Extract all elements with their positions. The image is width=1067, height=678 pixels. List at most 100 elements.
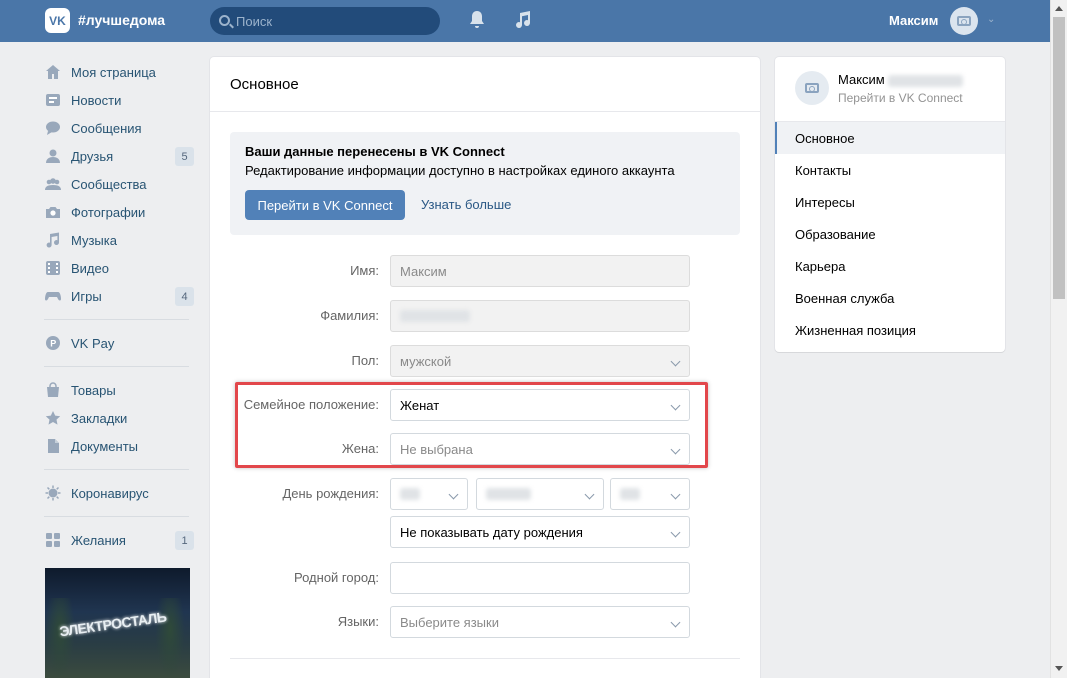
nav-item-label: Моя страница	[71, 64, 156, 80]
music-icon	[44, 232, 61, 249]
birthday-label: День рождения:	[282, 486, 379, 501]
spouse-select[interactable]: Не выбрана	[390, 433, 690, 465]
vk-logo-icon[interactable]: VK	[45, 8, 70, 33]
nav-item-news[interactable]: Новости	[44, 86, 194, 114]
last-name-label: Фамилия:	[320, 308, 379, 323]
nav-item-goods[interactable]: Товары	[44, 376, 194, 404]
vk-connect-notice: Ваши данные перенесены в VK Connect Реда…	[230, 132, 740, 235]
groups-icon	[44, 176, 61, 193]
section-military[interactable]: Военная служба	[775, 282, 1005, 314]
nav-item-groups[interactable]: Сообщества	[44, 170, 194, 198]
chevron-down-icon	[670, 617, 681, 628]
header-avatar[interactable]	[950, 7, 978, 35]
scroll-up-arrow-icon[interactable]	[1055, 6, 1063, 11]
profile-name[interactable]: Максим	[838, 72, 964, 87]
relationship-label: Семейное положение:	[243, 397, 379, 412]
virus-icon	[44, 485, 61, 502]
gamepad-icon	[44, 288, 61, 305]
section-education[interactable]: Образование	[775, 218, 1005, 250]
notice-title: Ваши данные перенесены в VK Connect	[245, 144, 505, 159]
scrollbar-thumb[interactable]	[1053, 17, 1065, 299]
nav-item-bookmarks[interactable]: Закладки	[44, 404, 194, 432]
nav-item-vk-pay[interactable]: P VK Pay	[44, 329, 194, 357]
gender-select[interactable]: мужской	[390, 345, 690, 377]
profile-avatar[interactable]	[795, 71, 829, 105]
go-to-vk-connect-button[interactable]: Перейти в VK Connect	[245, 190, 405, 220]
hometown-input[interactable]	[390, 562, 690, 594]
search-icon	[219, 15, 230, 26]
nav-item-label: Коронавирус	[71, 485, 149, 501]
nav-item-label: Музыка	[71, 232, 117, 248]
section-basic[interactable]: Основное	[775, 122, 1005, 154]
languages-select[interactable]: Выберите языки	[390, 606, 690, 638]
nav-item-games[interactable]: Игры 4	[44, 282, 194, 310]
chevron-down-icon[interactable]: ⌄	[987, 14, 995, 25]
nav-item-documents[interactable]: Документы	[44, 432, 194, 460]
scroll-down-arrow-icon[interactable]	[1055, 666, 1063, 671]
chevron-down-icon	[670, 489, 681, 500]
vkpay-icon: P	[44, 335, 61, 352]
last-name-field[interactable]	[390, 300, 690, 332]
music-note-icon[interactable]	[515, 11, 531, 35]
header-user-name[interactable]: Максим	[889, 13, 938, 28]
wishes-count-badge: 1	[175, 531, 194, 550]
section-life-position[interactable]: Жизненная позиция	[775, 314, 1005, 346]
camera-icon	[44, 204, 61, 221]
section-interests[interactable]: Интересы	[775, 186, 1005, 218]
nav-item-label: Сообщения	[71, 120, 142, 136]
relationship-select[interactable]: Женат	[390, 389, 690, 421]
nav-divider	[44, 516, 189, 517]
birthday-visibility-select[interactable]: Не показывать дату рождения	[390, 516, 690, 548]
messages-icon	[44, 120, 61, 137]
birthday-day-select[interactable]	[390, 478, 468, 510]
first-name-field[interactable]: Максим	[390, 255, 690, 287]
first-name-label: Имя:	[350, 263, 379, 278]
first-name-value: Максим	[400, 263, 447, 279]
nav-item-label: Сообщества	[71, 176, 147, 192]
video-icon	[44, 260, 61, 277]
left-navigation: Моя страница Новости Сообщения Друзья 5 …	[44, 58, 194, 554]
divider	[210, 111, 760, 112]
gender-label: Пол:	[351, 353, 380, 368]
nav-item-friends[interactable]: Друзья 5	[44, 142, 194, 170]
nav-item-label: VK Pay	[71, 335, 115, 351]
spouse-row: Жена: Не выбрана	[210, 433, 760, 465]
search-input[interactable]	[236, 7, 436, 35]
section-career[interactable]: Карьера	[775, 250, 1005, 282]
nav-item-music[interactable]: Музыка	[44, 226, 194, 254]
header-hashtag[interactable]: #лучшедома	[78, 12, 165, 28]
bell-icon[interactable]	[469, 11, 485, 35]
chevron-down-icon	[670, 400, 681, 411]
blurred-year	[620, 488, 640, 500]
nav-item-label: Товары	[71, 382, 116, 398]
divider	[230, 658, 740, 659]
search-box[interactable]	[210, 7, 440, 35]
chevron-down-icon	[584, 489, 595, 500]
chevron-down-icon	[670, 527, 681, 538]
learn-more-link[interactable]: Узнать больше	[421, 197, 511, 212]
nav-item-my-page[interactable]: Моя страница	[44, 58, 194, 86]
nav-item-label: Закладки	[71, 410, 128, 426]
section-contacts[interactable]: Контакты	[775, 154, 1005, 186]
camera-icon	[957, 16, 971, 26]
birthday-row: День рождения:	[210, 478, 760, 510]
promo-image[interactable]: ЭЛЕКТРОСТАЛЬ	[45, 568, 190, 678]
profile-first-name: Максим	[838, 72, 885, 87]
nav-item-video[interactable]: Видео	[44, 254, 194, 282]
shopping-bag-icon	[44, 382, 61, 399]
blurred-surname	[888, 74, 964, 87]
nav-item-coronavirus[interactable]: Коронавирус	[44, 479, 194, 507]
grid-icon	[44, 532, 61, 549]
nav-divider	[44, 469, 189, 470]
birthday-year-select[interactable]	[610, 478, 690, 510]
page-title: Основное	[230, 76, 299, 93]
nav-item-messages[interactable]: Сообщения	[44, 114, 194, 142]
nav-item-wishes[interactable]: Желания 1	[44, 526, 194, 554]
page-scrollbar[interactable]	[1050, 0, 1067, 678]
spouse-label: Жена:	[341, 441, 379, 456]
nav-item-photos[interactable]: Фотографии	[44, 198, 194, 226]
home-icon	[44, 64, 61, 81]
vk-connect-link[interactable]: Перейти в VK Connect	[838, 91, 963, 105]
languages-label: Языки:	[337, 614, 379, 629]
birthday-month-select[interactable]	[476, 478, 604, 510]
